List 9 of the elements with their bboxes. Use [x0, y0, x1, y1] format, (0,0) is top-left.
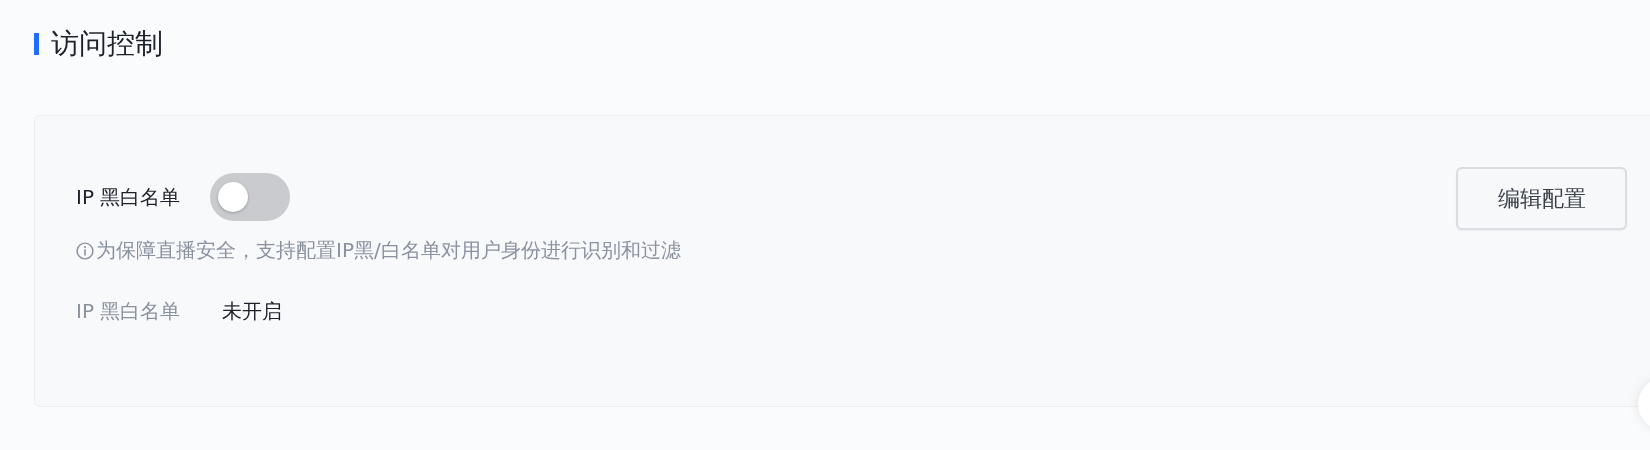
hint-text: 为保障直播安全，支持配置IP黑/白名单对用户身份进行识别和过滤	[96, 237, 681, 264]
title-accent-bar	[34, 33, 39, 55]
edit-config-button[interactable]: 编辑配置	[1456, 167, 1627, 230]
toggle-switch[interactable]	[210, 173, 291, 221]
status-label: IP 黑白名单	[76, 298, 181, 325]
section-title: 访问控制	[51, 26, 163, 62]
status-value: 未开启	[222, 298, 283, 325]
setting-label: IP 黑白名单	[76, 183, 181, 211]
info-icon	[76, 241, 94, 260]
